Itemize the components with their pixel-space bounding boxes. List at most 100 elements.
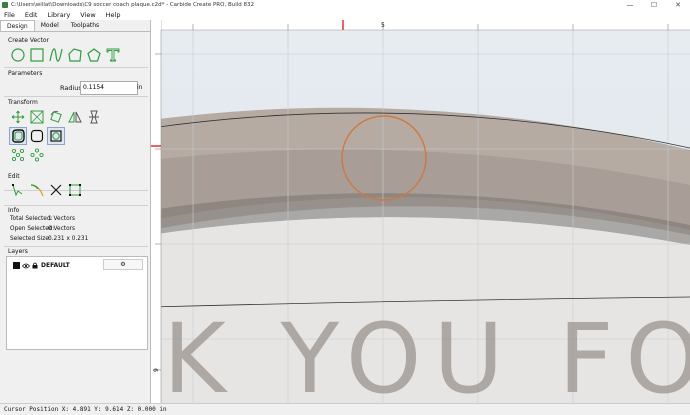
tab-model[interactable]: Model [35, 20, 65, 31]
join-icon [50, 184, 62, 196]
left-ruler[interactable] [151, 20, 161, 403]
transform-tools-row1 [10, 109, 105, 125]
circular-array-button[interactable] [29, 147, 45, 163]
rounded-square-icon [30, 129, 44, 143]
left-ruler-label: 9 [153, 368, 160, 372]
trim-curve-icon [30, 184, 44, 197]
menu-view[interactable]: View [75, 11, 100, 19]
open-selected-value: 0 Vectors [48, 226, 76, 232]
layers-panel: DEFAULT ⚙ [6, 256, 148, 350]
design-sidebar: Design Model Toolpaths Create Vector Par… [0, 20, 151, 403]
layers-title: Layers [8, 248, 28, 255]
radius-input[interactable] [80, 81, 138, 95]
plaque-engraved-text: K YOU FO [163, 303, 690, 403]
layer-name: DEFAULT [41, 262, 70, 269]
cursor-position-readout: Cursor Position X: 4.891 Y: 9.614 Z: 0.0… [4, 406, 167, 413]
title-bar: C:\Users\willat\Downloads\C9 soccer coac… [0, 0, 690, 10]
move-tool-button[interactable] [10, 109, 26, 125]
boolean-icon [50, 130, 62, 142]
transform-tools-row3 [10, 147, 48, 163]
tab-design[interactable]: Design [0, 20, 35, 31]
node-edit-icon [12, 184, 23, 197]
status-bar: Cursor Position X: 4.891 Y: 9.614 Z: 0.0… [0, 403, 690, 414]
edit-tools [10, 182, 86, 198]
edit-title: Edit [8, 173, 20, 180]
minimize-button[interactable]: — [618, 0, 642, 10]
total-selected-value: 1 Vectors [48, 216, 76, 222]
circle-icon [11, 48, 25, 62]
separator [4, 96, 148, 97]
pentagon-icon [87, 48, 101, 62]
grid-array-icon [11, 148, 25, 162]
transform-title: Transform [8, 99, 38, 106]
create-vector-title: Create Vector [8, 37, 49, 44]
ruler-corner [151, 20, 161, 30]
rectangle-icon [30, 48, 44, 62]
align-icon [89, 110, 99, 124]
separator [4, 246, 148, 247]
rotate-icon [50, 110, 62, 123]
bounding-box-icon [69, 184, 81, 196]
radius-label: Radius [60, 84, 82, 92]
menu-library[interactable]: Library [42, 11, 75, 19]
sidebar-tabs: Design Model Toolpaths [0, 20, 150, 32]
radius-unit: in [137, 84, 143, 91]
bounding-box-button[interactable] [67, 182, 83, 198]
selected-size-row: Selected Size: 0.231 x 0.231 [10, 236, 88, 242]
trim-tool-button[interactable] [29, 182, 45, 198]
layer-color-swatch[interactable] [13, 262, 20, 269]
tab-toolpaths[interactable]: Toolpaths [65, 20, 105, 31]
layer-settings-button[interactable]: ⚙ [103, 259, 143, 270]
join-vectors-button[interactable] [48, 182, 64, 198]
top-ruler-label: 5 [381, 22, 385, 29]
selected-size-label: Selected Size: [10, 236, 51, 242]
circular-array-icon [30, 148, 44, 162]
curve-tool-button[interactable] [48, 47, 64, 63]
layer-row-default[interactable]: DEFAULT [13, 262, 70, 269]
top-ruler[interactable] [151, 20, 690, 30]
info-title: Info [8, 207, 20, 214]
offset-icon [12, 129, 25, 143]
mirror-icon [68, 111, 82, 123]
polyline-tool-button[interactable] [67, 47, 83, 63]
eye-icon[interactable] [22, 263, 30, 269]
move-arrows-icon [11, 110, 25, 124]
transform-tools-row2 [9, 127, 67, 145]
selected-size-value: 0.231 x 0.231 [48, 236, 89, 242]
align-tool-button[interactable] [86, 109, 102, 125]
offset-tool-button[interactable] [9, 127, 27, 145]
polyline-icon [68, 48, 82, 62]
text-tool-button[interactable] [105, 47, 121, 63]
scale-tool-button[interactable] [29, 109, 45, 125]
boolean-tool-button[interactable] [47, 127, 65, 145]
lock-icon[interactable] [32, 262, 38, 269]
scale-icon [30, 110, 44, 124]
rectangle-tool-button[interactable] [29, 47, 45, 63]
separator [4, 205, 148, 206]
curve-icon [49, 48, 63, 62]
text-icon [106, 48, 120, 62]
parameters-title: Parameters [8, 70, 43, 77]
mirror-tool-button[interactable] [67, 109, 83, 125]
app-icon [2, 2, 8, 8]
gear-icon: ⚙ [120, 261, 126, 268]
total-selected-label: Total Selected: [10, 216, 53, 222]
rotate-tool-button[interactable] [48, 109, 64, 125]
canvas-svg[interactable]: K YOU FO 5 9 [151, 20, 690, 403]
menu-help[interactable]: Help [101, 11, 126, 19]
node-edit-button[interactable] [10, 182, 26, 198]
design-canvas[interactable]: K YOU FO 5 9 [151, 20, 690, 403]
window-title: C:\Users\willat\Downloads\C9 soccer coac… [11, 2, 254, 8]
polygon-tool-button[interactable] [86, 47, 102, 63]
create-vector-tools [10, 47, 124, 63]
grid-array-button[interactable] [10, 147, 26, 163]
close-button[interactable]: ✕ [666, 0, 690, 10]
menu-file[interactable]: File [0, 11, 20, 19]
maximize-button[interactable]: ☐ [642, 0, 666, 10]
separator [4, 67, 148, 68]
menu-edit[interactable]: Edit [20, 11, 43, 19]
open-selected-row: Open Selected: 0 Vectors [10, 226, 75, 232]
circle-tool-button[interactable] [10, 47, 26, 63]
fillet-tool-button[interactable] [29, 128, 45, 144]
total-selected-row: Total Selected: 1 Vectors [10, 216, 75, 222]
